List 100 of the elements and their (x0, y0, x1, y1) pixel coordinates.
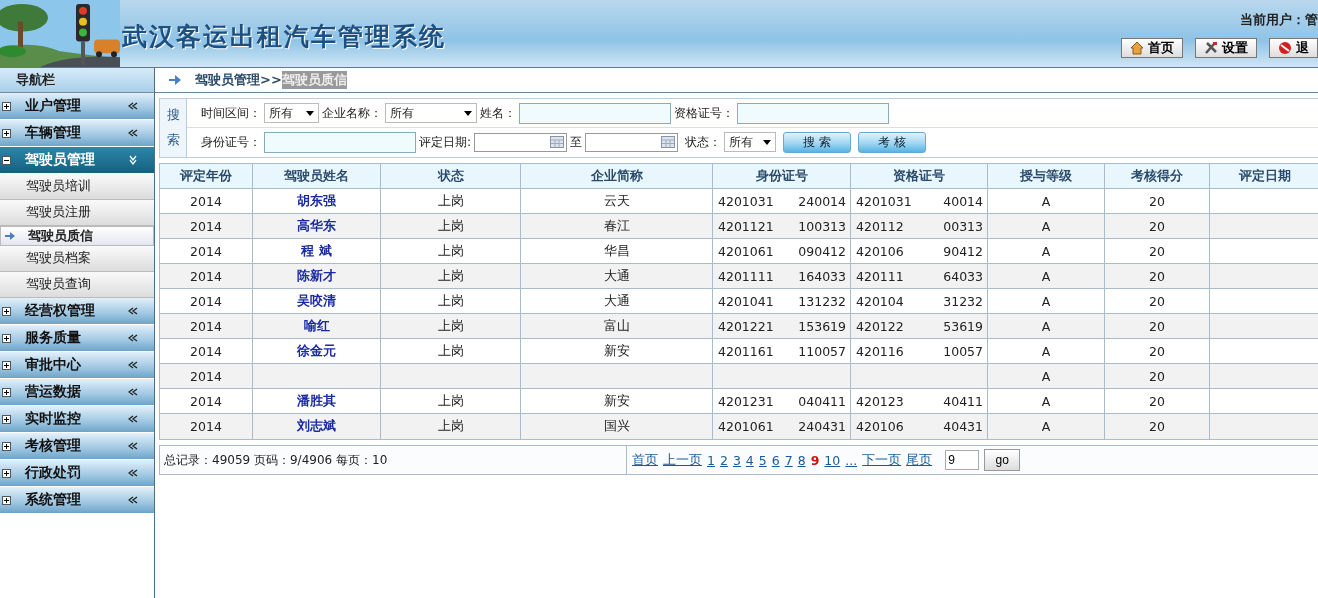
current-user: 当前用户：管 (1240, 11, 1318, 29)
field-label: 企业名称： (322, 104, 382, 122)
driver-name-link[interactable]: 高华东 (297, 217, 336, 235)
select-field[interactable]: 所有 (264, 103, 319, 123)
menu-item[interactable]: 驾驶员注册 (0, 200, 154, 226)
menu-group[interactable]: 车辆管理 (0, 120, 154, 147)
caret-icon (763, 139, 772, 145)
menu-group[interactable]: 驾驶员管理 (0, 147, 154, 174)
driver-name-link[interactable]: 吴咬清 (297, 292, 336, 310)
page-link[interactable]: 首页 (632, 451, 658, 469)
header-button[interactable]: 首页 (1121, 38, 1183, 58)
menu-group[interactable]: 经营权管理 (0, 298, 154, 325)
driver-name-link[interactable]: 刘志斌 (297, 418, 336, 435)
table-cell: 2014 (160, 214, 253, 239)
go-button[interactable]: go (984, 449, 1021, 471)
arrow-icon (169, 75, 181, 85)
table-cell: A (988, 264, 1105, 289)
select-field[interactable]: 所有 (385, 103, 477, 123)
chevron-icon (128, 415, 138, 423)
chevron-icon (128, 496, 138, 504)
menu-item-label: 驾驶员查询 (26, 276, 91, 293)
menu-item[interactable]: 驾驶员培训 (0, 174, 154, 200)
no-entry-icon (1278, 41, 1292, 55)
input-field[interactable] (737, 102, 889, 124)
menu-item-label: 驾驶员档案 (26, 250, 91, 267)
page-link[interactable]: ... (845, 452, 858, 468)
column-header: 身份证号 (713, 164, 851, 189)
page-link[interactable]: 3 (732, 452, 741, 468)
action-button[interactable]: 考 核 (858, 131, 927, 153)
header-button[interactable]: 退 (1269, 38, 1318, 58)
menu-group[interactable]: 系统管理 (0, 487, 154, 514)
table-cell: 4201121 100313 (713, 214, 851, 239)
column-header: 评定年份 (160, 164, 253, 189)
driver-name-link[interactable]: 徐金元 (297, 342, 336, 360)
page-link[interactable]: 上一页 (663, 451, 702, 469)
page-link[interactable]: 7 (784, 452, 793, 468)
date-field[interactable] (585, 132, 679, 152)
page-link[interactable]: 下一页 (862, 451, 902, 469)
table-cell: 春江 (521, 214, 713, 239)
toggle-icon (2, 495, 11, 505)
toggle-icon (2, 387, 11, 397)
calendar-icon (550, 136, 565, 148)
table-cell: 2014 (160, 364, 253, 389)
input-field[interactable] (519, 102, 671, 124)
driver-name-link[interactable]: 潘胜其 (297, 392, 336, 410)
field-label: 身份证号： (201, 133, 261, 151)
chevron-icon (128, 469, 138, 477)
driver-name-link[interactable]: 喻红 (303, 317, 330, 335)
table-cell: A (988, 414, 1105, 439)
arrow-icon (5, 232, 15, 240)
column-header: 驾驶员姓名 (253, 164, 381, 189)
table-cell: 上岗 (381, 414, 521, 439)
page-link[interactable]: 2 (719, 452, 728, 468)
table-cell: 上岗 (381, 214, 521, 239)
menu-group[interactable]: 考核管理 (0, 433, 154, 460)
menu-group[interactable]: 实时监控 (0, 406, 154, 433)
chevron-icon (128, 102, 138, 110)
page-link[interactable]: 9 (810, 452, 820, 468)
menu-group[interactable]: 审批中心 (0, 352, 154, 379)
caret-icon (464, 110, 472, 116)
input-field[interactable] (264, 131, 416, 153)
chevron-icon (129, 155, 137, 165)
page-link[interactable]: 尾页 (906, 451, 933, 469)
field-label: 评定日期: (419, 133, 472, 151)
menu-item[interactable]: 驾驶员查询 (0, 272, 154, 298)
menu-item[interactable]: 驾驶员质信 (0, 226, 154, 246)
field-label: 至 (570, 133, 583, 151)
driver-name-link[interactable]: 陈新才 (297, 267, 336, 285)
chevron-icon (128, 129, 138, 137)
table-cell: 2014 (160, 314, 253, 339)
page-link[interactable]: 1 (707, 452, 715, 468)
table-cell: A (988, 364, 1105, 389)
table-cell: 20 (1105, 364, 1210, 389)
action-button[interactable]: 搜 索 (783, 131, 852, 153)
driver-name-link[interactable]: 胡东强 (297, 192, 336, 210)
select-field[interactable]: 所有 (724, 132, 777, 152)
date-field[interactable] (474, 132, 568, 152)
menu-group[interactable]: 业户管理 (0, 93, 154, 120)
toggle-icon (2, 414, 11, 424)
header-button[interactable]: 设置 (1195, 38, 1257, 58)
column-header: 状态 (381, 164, 521, 189)
page-link[interactable]: 8 (797, 452, 806, 468)
table-cell: 4201061 240431 (713, 414, 851, 439)
table-cell: 420106 40431 (851, 414, 988, 439)
system-title: 武汉客运出租汽车管理系统 (122, 21, 446, 53)
menu-item[interactable]: 驾驶员档案 (0, 246, 154, 272)
toggle-icon (2, 468, 11, 478)
page-link[interactable]: 10 (824, 452, 841, 468)
page-input[interactable]: 9 (945, 450, 980, 470)
menu-group[interactable]: 行政处罚 (0, 460, 154, 487)
menu-group[interactable]: 服务质量 (0, 325, 154, 352)
menu-item-label: 驾驶员注册 (26, 204, 91, 221)
breadcrumb-link[interactable]: 驾驶员管理>> (195, 71, 282, 89)
table-cell: 420122 53619 (851, 314, 988, 339)
page-link[interactable]: 6 (771, 452, 780, 468)
driver-name-link[interactable]: 程 斌 (301, 242, 332, 260)
page-link[interactable]: 4 (745, 452, 754, 468)
page-link[interactable]: 5 (758, 452, 767, 468)
table-cell: 上岗 (381, 264, 521, 289)
menu-group[interactable]: 营运数据 (0, 379, 154, 406)
